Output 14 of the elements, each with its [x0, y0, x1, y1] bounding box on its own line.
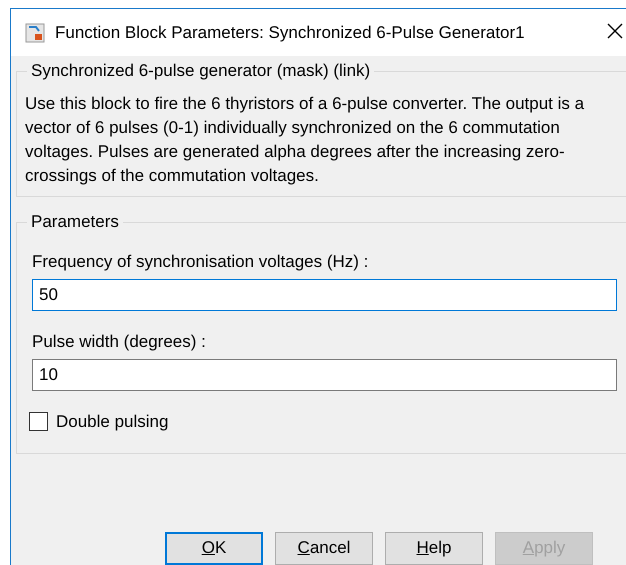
text-field[interactable]: 50: [32, 279, 617, 311]
dialog-button[interactable]: OK: [165, 532, 263, 564]
group-title: Synchronized 6-pulse generator (mask) (link): [27, 61, 374, 81]
checkbox[interactable]: [29, 412, 48, 432]
dialog-button[interactable]: Cancel: [275, 532, 373, 564]
description-text: Use this block to fire the 6 thyristors of a 6-pulse converter. The output is a vector of 6 pulses (0-1) individually synchronized on the 6 commutation voltages. Pulses are generated alpha degrees after the increasing zero-crossings of the commutation voltages.: [25, 93, 586, 187]
field-label: Frequency of synchronisation voltages (Hz) :: [32, 251, 370, 273]
window-title: Function Block Parameters: Synchronized 6-Pulse Generator1: [55, 22, 525, 44]
dialog-button[interactable]: Help: [385, 532, 483, 564]
close-icon[interactable]: [607, 23, 623, 39]
block-icon: [25, 22, 45, 42]
text-field[interactable]: 10: [32, 359, 617, 391]
checkbox-label: Double pulsing: [56, 411, 168, 433]
field-label: Pulse width (degrees) :: [32, 331, 207, 353]
